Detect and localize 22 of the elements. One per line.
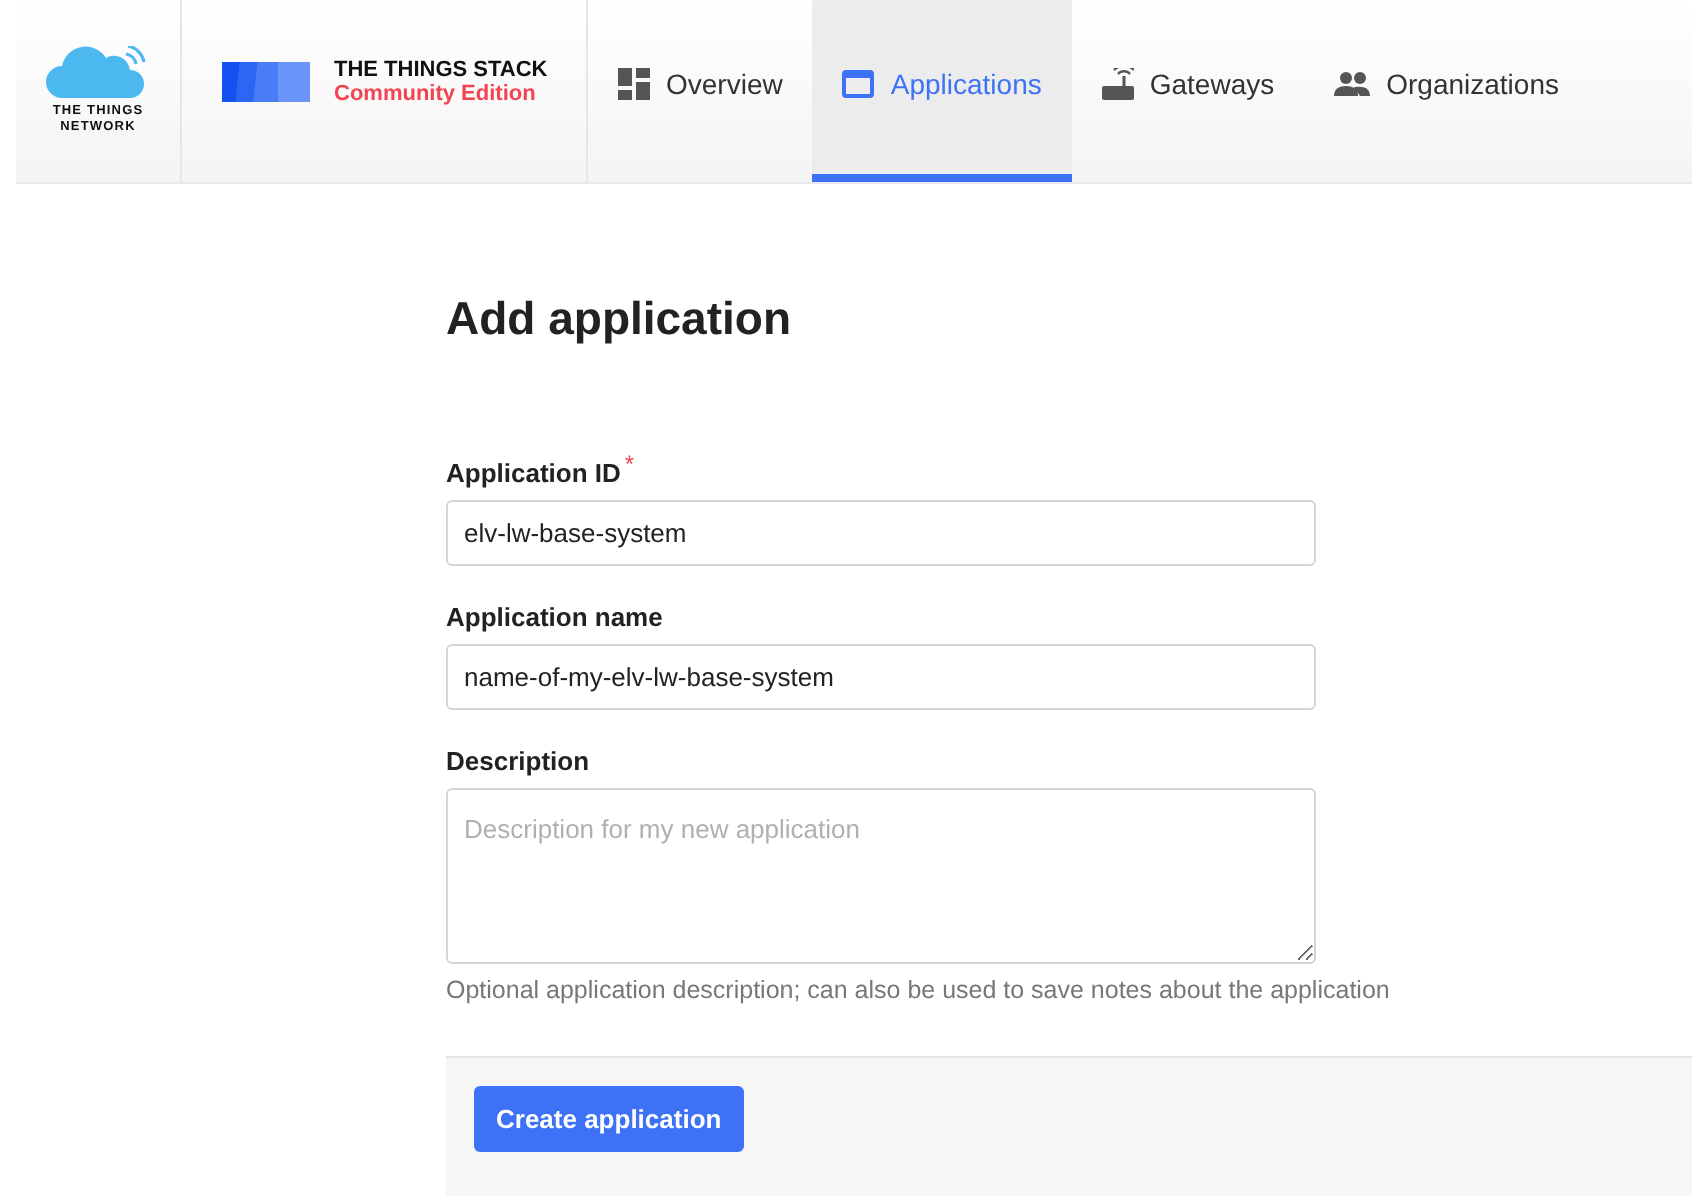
field-hint: Optional application description; can also be used to save notes about the application — [446, 974, 1390, 1008]
field-label: Application name — [446, 602, 663, 632]
nav-tab[interactable]: Organizations — [1304, 0, 1589, 182]
product-title: THE THINGS STACK — [334, 57, 548, 81]
page-title: Add application — [446, 292, 793, 346]
window-icon — [842, 69, 875, 97]
field-label: Description — [446, 746, 590, 776]
stack-logo-icon — [222, 57, 314, 105]
people-icon — [1334, 71, 1371, 95]
text-field[interactable]: name-of-my-elv-lw-base-system — [446, 644, 1316, 710]
product-edition: Community Edition — [334, 81, 538, 105]
text-field[interactable]: elv-lw-base-system — [446, 500, 1316, 566]
cloud-logo-icon — [46, 46, 150, 98]
router-icon — [1101, 67, 1134, 99]
nav-tab[interactable]: Gateways — [1071, 0, 1305, 182]
required-mark: * — [624, 450, 635, 482]
dashboard-icon — [618, 67, 650, 99]
create-button[interactable]: Create application — [474, 1086, 744, 1152]
text-area[interactable]: Description for my new application — [446, 788, 1316, 964]
nav-tab[interactable]: Overview — [588, 0, 813, 182]
field-label: Application ID — [446, 458, 621, 488]
nav-tab[interactable]: Applications — [812, 0, 1072, 182]
